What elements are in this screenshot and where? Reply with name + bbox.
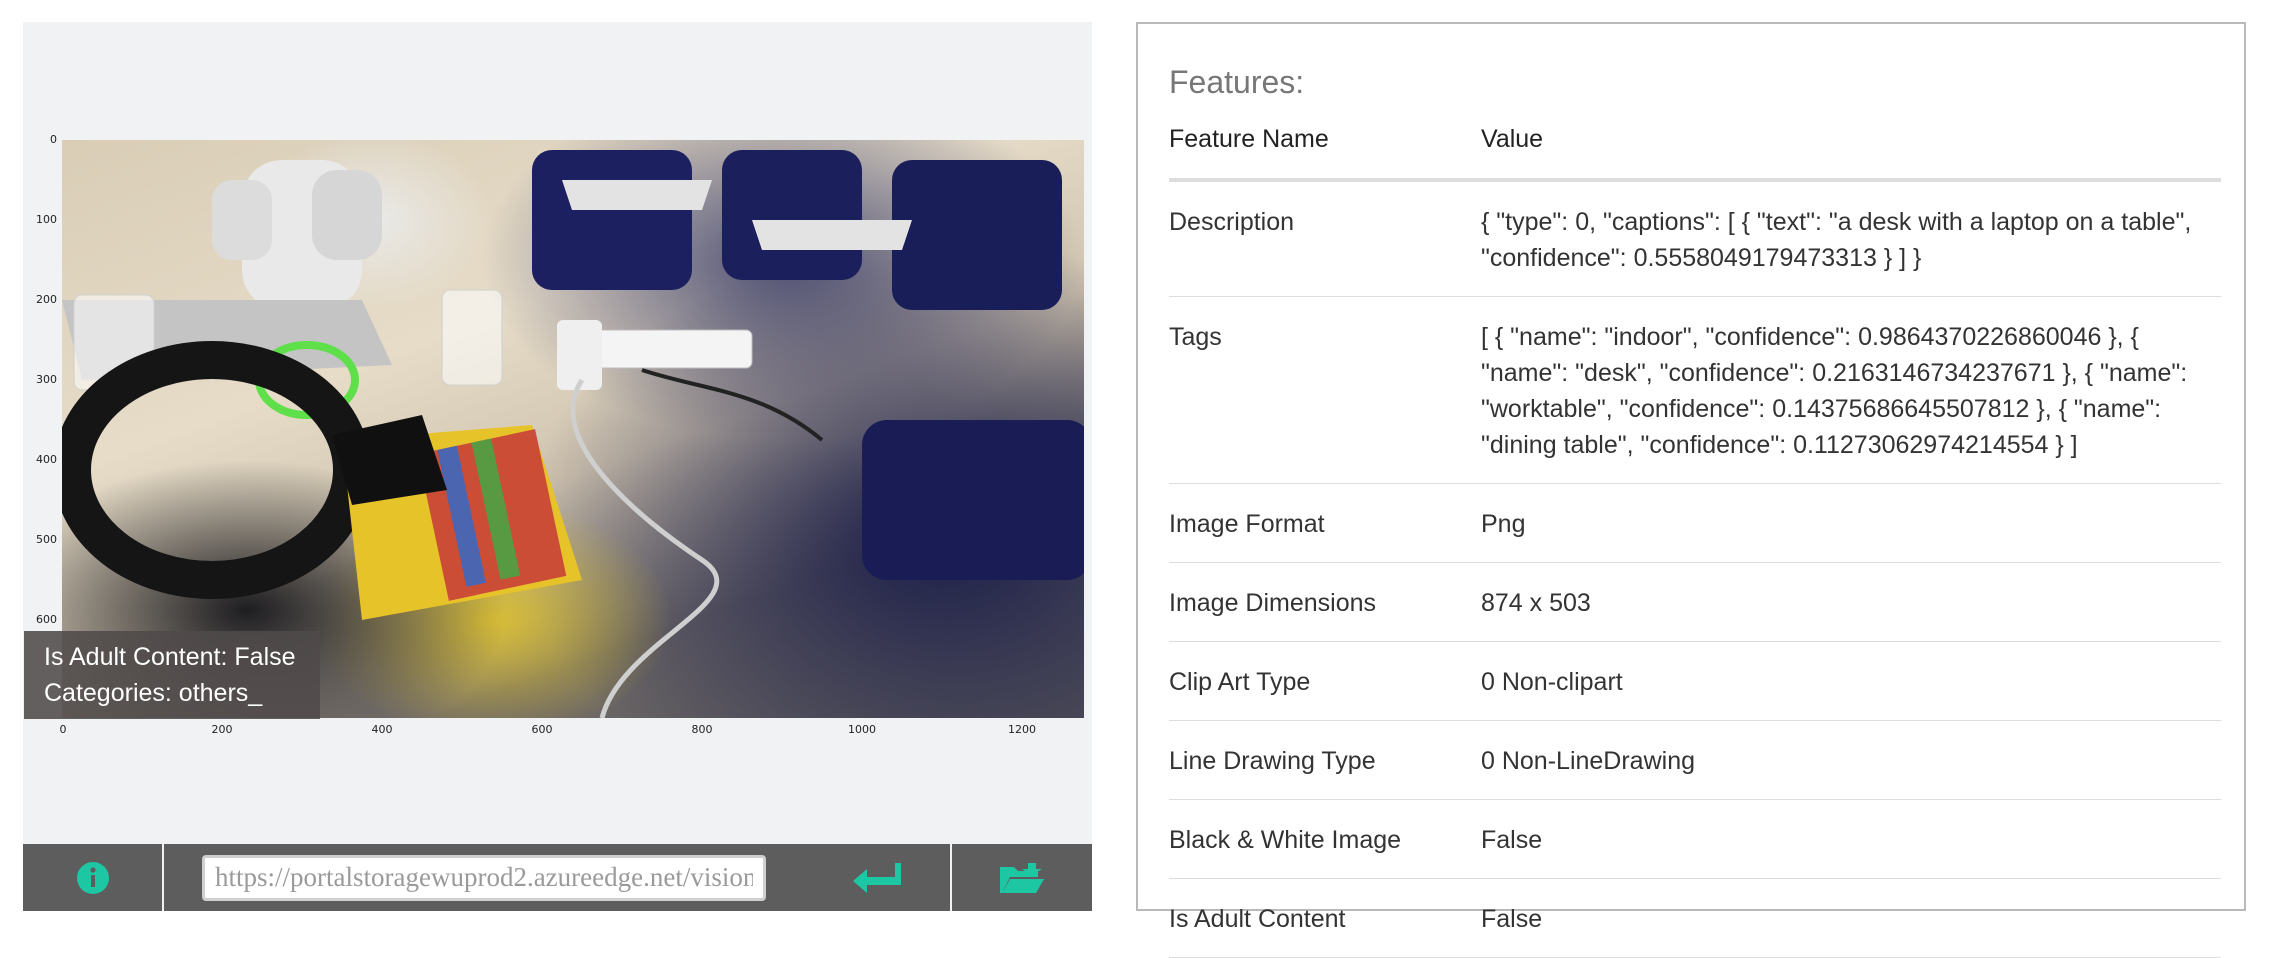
feature-name-cell: Clip Art Type <box>1169 641 1481 721</box>
adult-content-line: Is Adult Content: False <box>44 643 296 671</box>
feature-value-cell: [ { "name": "indoor", "confidence": 0.98… <box>1481 296 2221 484</box>
feature-value-cell: False <box>1481 878 2221 958</box>
feature-name-header: Feature Name <box>1169 125 1481 182</box>
feature-name-cell: Description <box>1169 180 1481 297</box>
feature-value-cell: 0 Non-clipart <box>1481 641 2221 721</box>
x-tick: 600 <box>531 723 553 736</box>
enter-arrow-icon <box>853 862 901 893</box>
y-tick: 500 <box>36 533 57 546</box>
x-tick: 0 <box>59 723 67 736</box>
image-preview-panel: 0 100 200 300 400 500 600 0 200 400 600 … <box>23 22 1092 911</box>
feature-name-cell: Line Drawing Type <box>1169 720 1481 800</box>
feature-value-cell: False <box>1481 799 2221 879</box>
x-tick: 1000 <box>848 723 876 736</box>
y-tick: 600 <box>36 613 57 626</box>
features-panel: Features: Feature Name Value Description… <box>1136 22 2246 958</box>
y-tick: 100 <box>36 213 57 226</box>
submit-url-button[interactable] <box>804 844 952 911</box>
table-row: Clip Art Type 0 Non-clipart <box>1169 641 2221 721</box>
feature-value-cell: 0 Non-LineDrawing <box>1481 720 2221 800</box>
info-button[interactable] <box>23 844 164 911</box>
x-tick: 200 <box>211 723 233 736</box>
features-heading: Features: <box>1169 64 1305 100</box>
feature-name-cell: Image Dimensions <box>1169 562 1481 642</box>
feature-name-cell: Black & White Image <box>1169 799 1481 879</box>
feature-value-cell: Png <box>1481 483 2221 563</box>
table-row: Image Dimensions 874 x 503 <box>1169 562 2221 642</box>
image-toolbar <box>23 844 1092 911</box>
y-tick: 0 <box>50 133 57 146</box>
feature-value-cell: { "type": 0, "captions": [ { "text": "a … <box>1481 180 2221 297</box>
feature-name-cell: Is Adult Content <box>1169 878 1481 958</box>
table-header-row: Feature Name Value <box>1169 125 2221 182</box>
feature-value-cell: 874 x 503 <box>1481 562 2221 642</box>
table-row: Black & White Image False <box>1169 799 2221 879</box>
x-tick: 1200 <box>1008 723 1036 736</box>
table-row: Line Drawing Type 0 Non-LineDrawing <box>1169 720 2221 800</box>
value-header: Value <box>1481 125 2221 182</box>
table-row: Description { "type": 0, "captions": [ {… <box>1169 180 2221 297</box>
x-tick: 800 <box>691 723 713 736</box>
table-row: Is Adult Content False <box>1169 878 2221 958</box>
table-row: Image Format Png <box>1169 483 2221 563</box>
categories-line: Categories: others_ <box>44 679 263 707</box>
features-table: Feature Name Value Description { "type":… <box>1169 125 2221 958</box>
image-url-input[interactable] <box>202 854 766 901</box>
url-input-wrapper <box>164 844 804 911</box>
browse-files-button[interactable] <box>952 844 1092 911</box>
feature-name-cell: Tags <box>1169 296 1481 484</box>
x-tick: 400 <box>371 723 393 736</box>
table-row: Tags [ { "name": "indoor", "confidence":… <box>1169 296 2221 484</box>
y-tick: 200 <box>36 293 57 306</box>
open-folder-icon <box>1000 862 1044 893</box>
y-tick: 300 <box>36 373 57 386</box>
info-icon <box>76 861 109 894</box>
y-tick: 400 <box>36 453 57 466</box>
feature-name-cell: Image Format <box>1169 483 1481 563</box>
adult-content-overlay: Is Adult Content: False Categories: othe… <box>24 631 320 719</box>
